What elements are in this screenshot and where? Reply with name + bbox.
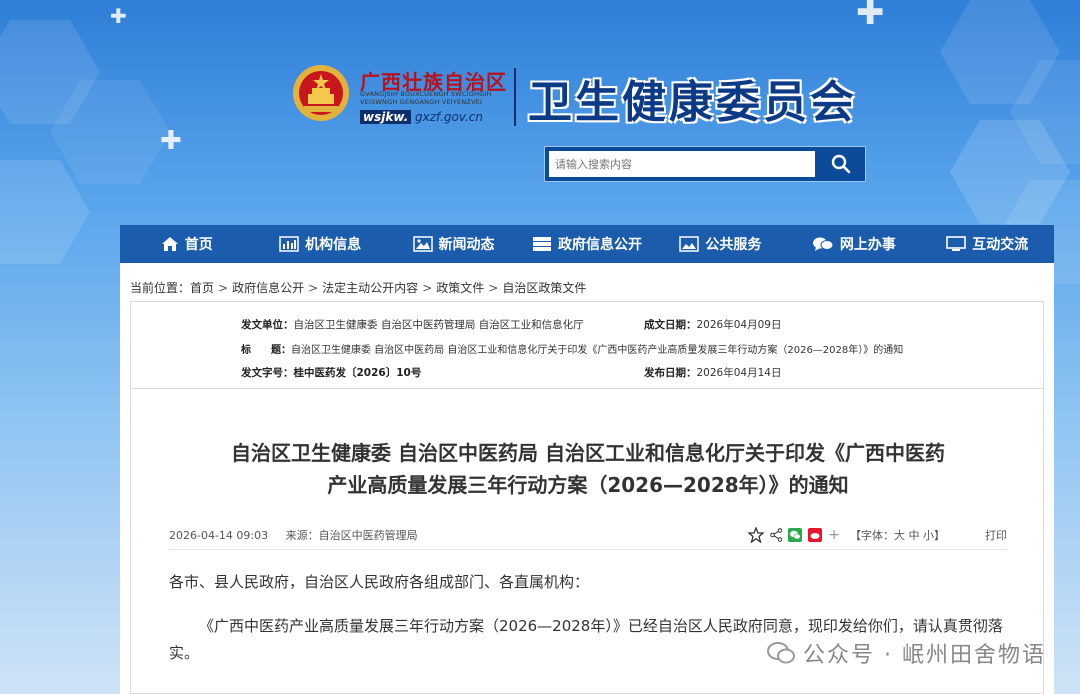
share-icon[interactable] [770,528,783,542]
nav-item-gov-info[interactable]: 政府信息公开 [520,225,653,263]
print-link[interactable]: 打印 [985,527,1007,543]
picture-icon [679,236,700,252]
content-panel: 当前位置：首页 > 政府信息公开 > 法定主动公开内容 > 政策文件 > 自治区政策文件 发文单… [120,263,1054,694]
weibo-icon[interactable] [808,528,823,542]
nav-item-label: 机构信息 [305,237,362,253]
article-datetime: 2026-04-14 09:03 [169,529,269,542]
article-tools: + 【字体：大 中 小】 打印 [748,527,1007,543]
nav-item-label: 首页 [184,237,213,253]
breadcrumb-item[interactable]: 首页 [190,281,214,295]
meta-value: 自治区卫生健康委 自治区中医药管理局 自治区工业和信息化厅 [293,319,584,331]
breadcrumb-separator: > [308,281,319,295]
site-title: 卫生健康委员会 [528,77,857,128]
search-input[interactable] [549,151,815,177]
breadcrumb: 当前位置：首页 > 政府信息公开 > 法定主动公开内容 > 政策文件 > 自治区政策文件 [130,279,586,296]
meta-key: 成文日期： [644,319,697,331]
breadcrumb-item[interactable]: 政策文件 [436,281,484,295]
breadcrumb-separator: > [218,281,229,295]
region-name-pinyin: GVANGJSIH BOUXCUENGH SWCIGHGIH VEISWNGH … [360,90,492,106]
article-title-line: 自治区卫生健康委 自治区中医药局 自治区工业和信息化厅关于印发《广西中医药 [231,441,945,465]
nav-item-online-service[interactable]: 网上办事 [787,225,920,263]
document-meta: 发文单位：自治区卫生健康委 自治区中医药管理局 自治区工业和信息化厅 成文日期：… [130,301,1044,389]
article-source-label: 来源： [285,529,319,542]
stack-icon [532,237,551,251]
main-nav: 首页 机构信息 新闻动态 政府信息公开 公共服务 网上办事 互动交流 [120,225,1054,263]
watermark: 公众号 · 岷州田舍物语 [767,637,1046,669]
wechat-icon [767,642,796,664]
nav-item-interaction[interactable]: 互动交流 [921,225,1054,263]
nav-item-label: 政府信息公开 [557,237,642,253]
meta-value: 2026年04月14日 [696,367,782,379]
breadcrumb-prefix: 当前位置： [130,281,191,295]
meta-title: 标 题：自治区卫生健康委 自治区中医药局 自治区工业和信息化厅关于印发《广西中医… [241,341,903,356]
nav-item-public-service[interactable]: 公共服务 [654,225,787,263]
article-title-line: 产业高质量发展三年行动方案（2026—2028年）》的通知 [327,473,849,497]
breadcrumb-item[interactable]: 政府信息公开 [232,281,304,295]
meta-value: 2026年04月09日 [696,319,782,331]
meta-created-date: 成文日期：2026年04月09日 [644,317,781,332]
home-icon [161,237,178,251]
search-button[interactable] [821,151,861,177]
watermark-text: 公众号 · 岷州田舍物语 [803,643,1046,668]
breadcrumb-item[interactable]: 自治区政策文件 [502,281,586,295]
site-domain[interactable]: wsjkw. gxzf.gov.cn [360,110,483,124]
meta-key: 发布日期： [644,367,697,379]
article-source: 自治区中医药管理局 [318,529,418,542]
chat-icon [812,237,834,251]
bg-plus-icon: ✚ [856,0,885,33]
header-divider [514,68,516,126]
meta-value: 桂中医药发〔2026〕10号 [293,367,422,379]
image-icon [412,236,433,252]
meta-key: 标 题： [241,345,291,356]
bg-plus-icon: ✚ [160,126,182,156]
meta-value: 自治区卫生健康委 自治区中医药局 自治区工业和信息化厅关于印发《广西中医药产业高… [291,345,904,356]
nav-item-label: 网上办事 [839,237,896,253]
font-size-control[interactable]: 【字体：大 中 小】 [850,527,945,543]
meta-issuer: 发文单位：自治区卫生健康委 自治区中医药管理局 自治区工业和信息化厅 [241,317,584,332]
breadcrumb-item[interactable]: 法定主动公开内容 [322,281,418,295]
breadcrumb-separator: > [422,281,433,295]
nav-item-label: 新闻动态 [438,237,495,253]
meta-published-date: 发布日期：2026年04月14日 [644,365,781,380]
national-emblem-icon [293,65,349,121]
bar-chart-icon [279,236,299,252]
domain-suffix: gxzf.gov.cn [415,110,483,124]
monitor-icon [946,236,967,251]
nav-item-news[interactable]: 新闻动态 [387,225,520,263]
meta-key: 发文字号： [241,367,294,379]
breadcrumb-separator: > [488,281,499,295]
nav-item-label: 公共服务 [705,237,762,253]
nav-item-label: 互动交流 [972,237,1029,253]
bg-plus-icon: ✚ [110,4,127,28]
star-icon[interactable] [748,527,765,543]
plus-icon[interactable]: + [828,527,840,543]
nav-item-home[interactable]: 首页 [120,225,253,263]
nav-item-organization[interactable]: 机构信息 [253,225,386,263]
site-header: 广西壮族自治区 GVANGJSIH BOUXCUENGH SWCIGHGIH V… [292,64,872,134]
search-bar [544,146,866,182]
article-salutation: 各市、县人民政府，自治区人民政府各组成部门、各直属机构： [169,573,590,591]
meta-doc-number: 发文字号：桂中医药发〔2026〕10号 [241,365,421,380]
wechat-icon[interactable] [788,528,803,542]
domain-prefix: wsjkw. [360,110,412,124]
search-icon [831,154,851,174]
article-title: 自治区卫生健康委 自治区中医药局 自治区工业和信息化厅关于印发《广西中医药 产业… [131,437,1045,501]
meta-key: 发文单位： [241,319,294,331]
article-info-bar: 2026-04-14 09:03 来源：自治区中医药管理局 + 【字体：大 中 … [169,527,1007,550]
